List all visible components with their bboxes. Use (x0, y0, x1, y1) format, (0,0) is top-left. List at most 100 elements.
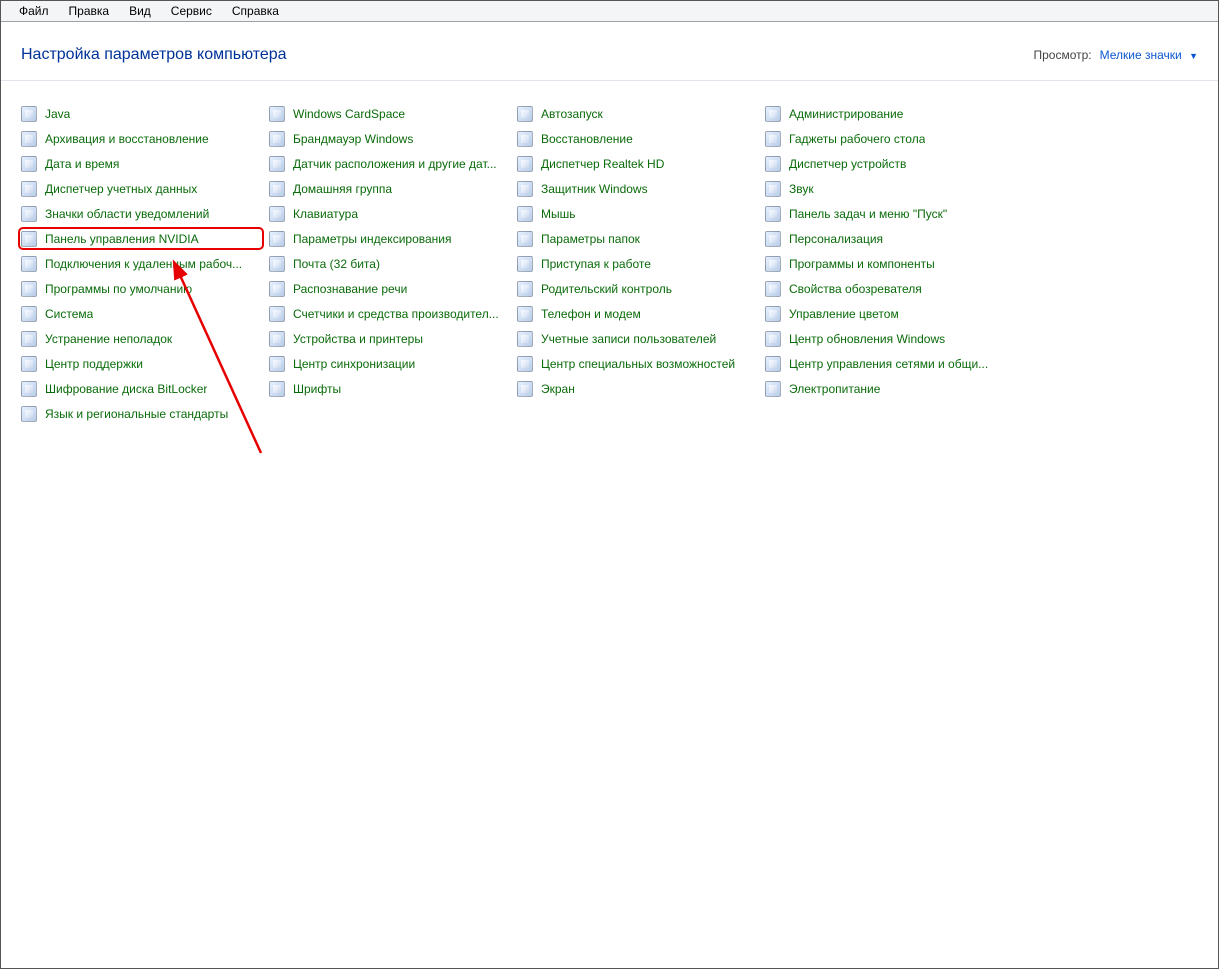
control-panel-item[interactable]: Брандмауэр Windows (269, 130, 509, 147)
control-panel-item[interactable]: Центр специальных возможностей (517, 355, 757, 372)
control-panel-item[interactable]: Архивация и восстановление (21, 130, 261, 147)
view-value[interactable]: Мелкие значки ▼ (1100, 48, 1198, 62)
control-panel-item[interactable]: Управление цветом (765, 305, 1005, 322)
control-panel-item[interactable]: Администрирование (765, 105, 1005, 122)
control-panel-item[interactable]: Родительский контроль (517, 280, 757, 297)
column: Администрирование Гаджеты рабочего стола Д… (765, 105, 1005, 422)
control-panel-item[interactable]: Домашняя группа (269, 180, 509, 197)
control-panel-item[interactable]: Защитник Windows (517, 180, 757, 197)
applet-icon (517, 381, 533, 397)
applet-icon (765, 106, 781, 122)
menu-help[interactable]: Справка (222, 2, 289, 20)
applet-icon (21, 356, 37, 372)
column: Windows CardSpace Брандмауэр Windows Датчи… (269, 105, 509, 422)
applet-label: Телефон и модем (541, 307, 641, 321)
applet-label: Гаджеты рабочего стола (789, 132, 925, 146)
control-panel-item[interactable]: Клавиатура (269, 205, 509, 222)
applet-label: Клавиатура (293, 207, 358, 221)
control-panel-item[interactable]: Автозапуск (517, 105, 757, 122)
applet-icon (517, 156, 533, 172)
control-panel-item[interactable]: Параметры папок (517, 230, 757, 247)
control-panel-item[interactable]: Персонализация (765, 230, 1005, 247)
control-panel-item[interactable]: Центр синхронизации (269, 355, 509, 372)
applet-label: Windows CardSpace (293, 107, 405, 121)
control-panel-item[interactable]: Windows CardSpace (269, 105, 509, 122)
applet-label: Распознавание речи (293, 282, 407, 296)
control-panel-item[interactable]: Устройства и принтеры (269, 330, 509, 347)
control-panel-item[interactable]: Распознавание речи (269, 280, 509, 297)
control-panel-item[interactable]: Учетные записи пользователей (517, 330, 757, 347)
applet-icon (765, 356, 781, 372)
control-panel-item[interactable]: Центр поддержки (21, 355, 261, 372)
control-panel-item[interactable]: Шифрование диска BitLocker (21, 380, 261, 397)
control-panel-item[interactable]: Центр обновления Windows (765, 330, 1005, 347)
column: Java Архивация и восстановление Дата и вре… (21, 105, 261, 422)
menu-view[interactable]: Вид (119, 2, 161, 20)
applet-icon (21, 131, 37, 147)
control-panel-item[interactable]: Устранение неполадок (21, 330, 261, 347)
applet-label: Подключения к удаленным рабоч... (45, 257, 242, 271)
applet-label: Программы по умолчанию (45, 282, 192, 296)
applet-icon (765, 331, 781, 347)
control-panel-item[interactable]: Диспетчер устройств (765, 155, 1005, 172)
control-panel-item[interactable]: Панель задач и меню "Пуск" (765, 205, 1005, 222)
control-panel-item[interactable]: Центр управления сетями и общи... (765, 355, 1005, 372)
applet-icon (269, 156, 285, 172)
menu-file[interactable]: Файл (9, 2, 59, 20)
applet-label: Панель управления NVIDIA (45, 232, 199, 246)
control-panel-item[interactable]: Звук (765, 180, 1005, 197)
applet-label: Экран (541, 382, 575, 396)
control-panel-item[interactable]: Мышь (517, 205, 757, 222)
control-panel-item[interactable]: Телефон и модем (517, 305, 757, 322)
control-panel-item[interactable]: Программы по умолчанию (21, 280, 261, 297)
menu-edit[interactable]: Правка (59, 2, 120, 20)
applet-label: Счетчики и средства производител... (293, 307, 499, 321)
applet-icon (765, 306, 781, 322)
applet-label: Шифрование диска BitLocker (45, 382, 207, 396)
applet-label: Почта (32 бита) (293, 257, 380, 271)
control-panel-item[interactable]: Значки области уведомлений (21, 205, 261, 222)
control-panel-item[interactable]: Гаджеты рабочего стола (765, 130, 1005, 147)
control-panel-item[interactable]: Система (21, 305, 261, 322)
control-panel-item[interactable]: Восстановление (517, 130, 757, 147)
applet-icon (765, 281, 781, 297)
applet-label: Родительский контроль (541, 282, 672, 296)
chevron-down-icon: ▼ (1189, 51, 1198, 61)
view-label: Просмотр: (1033, 48, 1091, 62)
applet-label: Учетные записи пользователей (541, 332, 716, 346)
applet-label: Центр обновления Windows (789, 332, 945, 346)
applet-icon (765, 231, 781, 247)
control-panel-item[interactable]: Электропитание (765, 380, 1005, 397)
control-panel-item[interactable]: Свойства обозревателя (765, 280, 1005, 297)
control-panel-item[interactable]: Параметры индексирования (269, 230, 509, 247)
applet-icon (765, 206, 781, 222)
control-panel-item[interactable]: Почта (32 бита) (269, 255, 509, 272)
control-panel-item[interactable]: Экран (517, 380, 757, 397)
control-panel-item[interactable]: Подключения к удаленным рабоч... (21, 255, 261, 272)
applet-icon (517, 281, 533, 297)
applet-label: Свойства обозревателя (789, 282, 922, 296)
control-panel-grid: Java Архивация и восстановление Дата и вре… (1, 81, 1218, 422)
control-panel-item[interactable]: Язык и региональные стандарты (21, 405, 261, 422)
control-panel-item[interactable]: Шрифты (269, 380, 509, 397)
control-panel-item[interactable]: Счетчики и средства производител... (269, 305, 509, 322)
applet-label: Электропитание (789, 382, 880, 396)
applet-icon (517, 331, 533, 347)
control-panel-item[interactable]: Диспетчер учетных данных (21, 180, 261, 197)
control-panel-item[interactable]: Диспетчер Realtek HD (517, 155, 757, 172)
applet-icon (517, 231, 533, 247)
menu-service[interactable]: Сервис (161, 2, 222, 20)
applet-label: Домашняя группа (293, 182, 392, 196)
control-panel-item[interactable]: Дата и время (21, 155, 261, 172)
control-panel-item[interactable]: Java (21, 105, 261, 122)
control-panel-item[interactable]: Приступая к работе (517, 255, 757, 272)
applet-label: Центр управления сетями и общи... (789, 357, 988, 371)
control-panel-item[interactable]: Программы и компоненты (765, 255, 1005, 272)
control-panel-item[interactable]: Панель управления NVIDIA (21, 230, 261, 247)
applet-label: Панель задач и меню "Пуск" (789, 207, 947, 221)
applet-label: Центр специальных возможностей (541, 357, 735, 371)
applet-icon (517, 181, 533, 197)
applet-icon (765, 381, 781, 397)
control-panel-item[interactable]: Датчик расположения и другие дат... (269, 155, 509, 172)
applet-icon (21, 156, 37, 172)
